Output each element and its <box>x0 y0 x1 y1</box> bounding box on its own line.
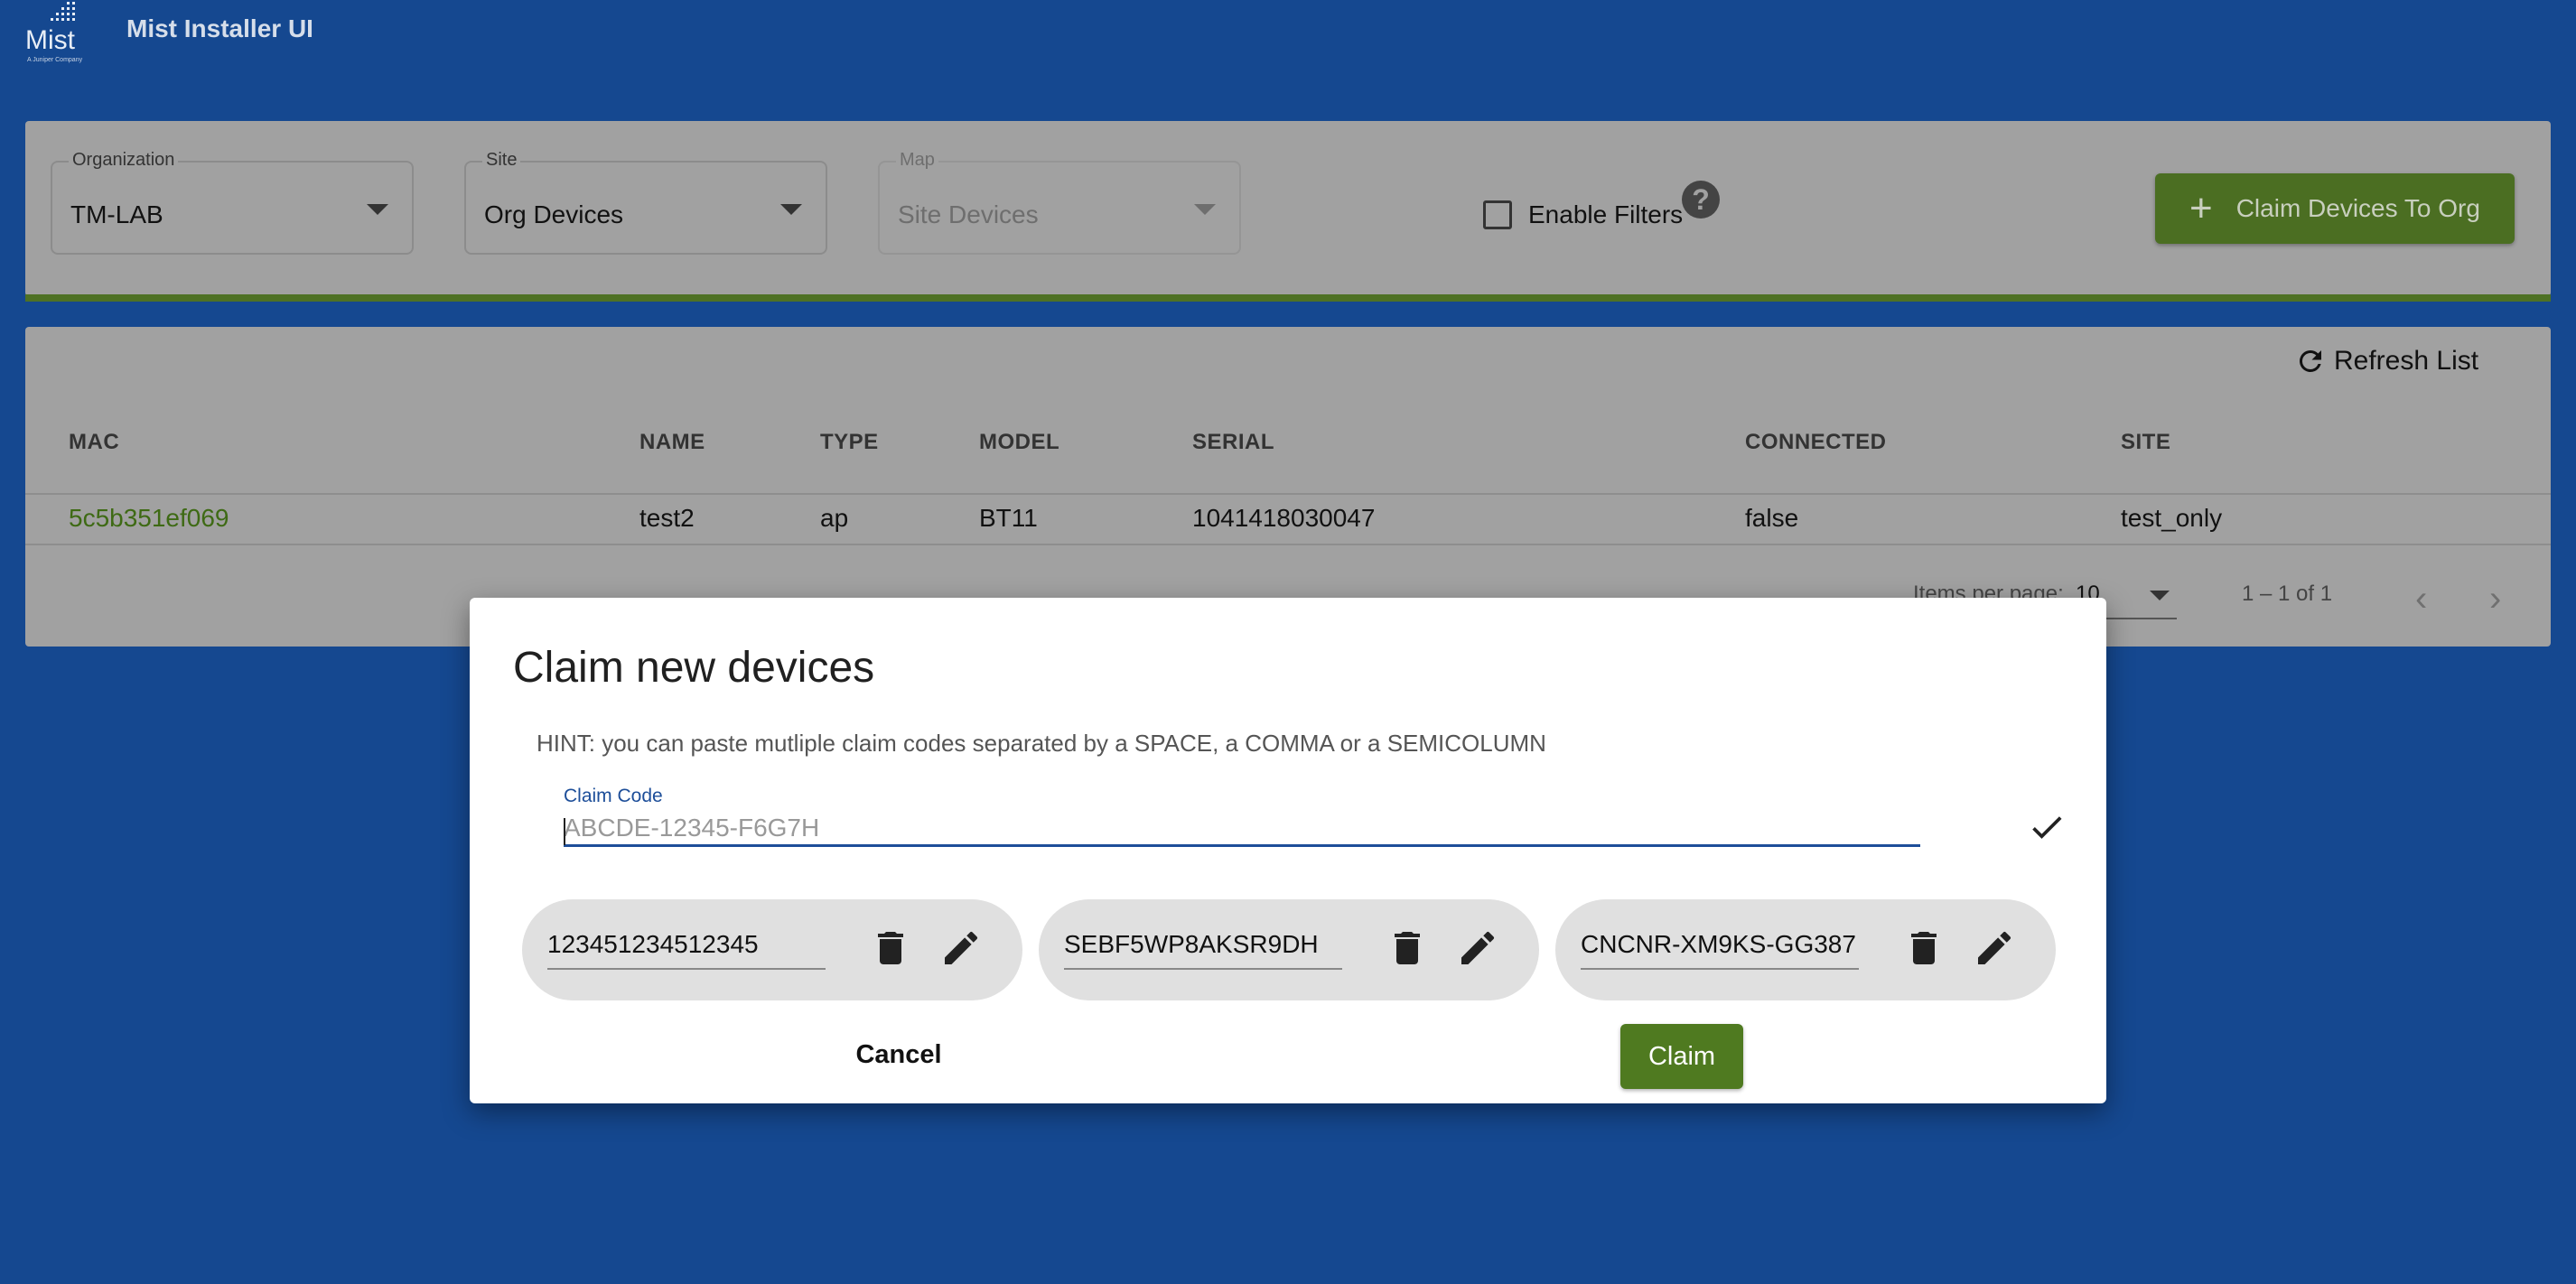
cell-site: test_only <box>2121 504 2223 532</box>
column-header-site[interactable]: SITE <box>2121 430 2170 455</box>
table-divider <box>25 544 2551 545</box>
column-header-mac[interactable]: MAC <box>69 430 119 455</box>
organization-select[interactable]: Organization TM-LAB <box>51 150 414 255</box>
claim-button[interactable]: Claim <box>1620 1024 1743 1089</box>
chevron-down-icon <box>780 204 802 215</box>
claim-devices-to-org-button[interactable]: + Claim Devices To Org <box>2155 173 2515 244</box>
refresh-list-button[interactable]: Refresh List <box>2294 341 2478 381</box>
help-icon[interactable]: ? <box>1682 181 1720 219</box>
organization-select-label: Organization <box>69 150 179 171</box>
dialog-title: Claim new devices <box>513 644 875 692</box>
refresh-icon <box>2299 349 2321 372</box>
cell-mac[interactable]: 5c5b351ef069 <box>69 504 229 533</box>
enable-filters-checkbox[interactable] <box>1483 200 1512 229</box>
enable-filters-label: Enable Filters <box>1528 200 1684 228</box>
cell-type: ap <box>820 504 849 532</box>
claim-devices-dialog: Claim new devices HINT: you can paste mu… <box>470 598 2106 1103</box>
claim-code-label: Claim Code <box>564 786 663 806</box>
claim-code-value[interactable]: SEBF5WP8AKSR9DH <box>1064 930 1342 970</box>
claim-code-value[interactable]: CNCNR-XM9KS-GG387 <box>1581 930 1859 970</box>
column-header-serial[interactable]: SERIAL <box>1192 430 1274 455</box>
edit-icon[interactable] <box>1456 926 1499 970</box>
organization-select-value: TM-LAB <box>70 200 163 228</box>
claim-devices-to-org-label: Claim Devices To Org <box>2235 194 2480 222</box>
delete-icon[interactable] <box>1902 926 1946 970</box>
delete-icon[interactable] <box>1386 926 1429 970</box>
table-divider <box>25 493 2551 495</box>
claim-code-chip: 123451234512345 <box>522 899 1022 1000</box>
app-header: Mist A Juniper Company Mist Installer UI <box>0 0 2576 72</box>
delete-icon[interactable] <box>869 926 912 970</box>
map-select-label: Map <box>896 150 938 171</box>
column-header-model[interactable]: MODEL <box>979 430 1059 455</box>
chevron-down-icon <box>2150 591 2170 600</box>
refresh-list-label: Refresh List <box>2334 346 2479 376</box>
claim-code-value[interactable]: 123451234512345 <box>547 930 826 970</box>
text-cursor <box>564 818 565 845</box>
column-header-name[interactable]: NAME <box>639 430 705 455</box>
cell-name: test2 <box>639 504 695 532</box>
site-select-label: Site <box>482 150 521 171</box>
map-select-value: Site Devices <box>898 200 1039 228</box>
cancel-button[interactable]: Cancel <box>831 1026 966 1084</box>
edit-icon[interactable] <box>1973 926 2016 970</box>
mist-logo: Mist A Juniper Company <box>25 2 83 63</box>
column-header-connected[interactable]: CONNECTED <box>1745 430 1887 455</box>
cell-connected: false <box>1745 504 1799 532</box>
next-page-icon[interactable]: › <box>2489 581 2501 617</box>
check-icon[interactable] <box>2027 807 2067 847</box>
cell-serial: 1041418030047 <box>1192 504 1376 532</box>
edit-icon[interactable] <box>939 926 983 970</box>
enable-filters-toggle[interactable]: Enable Filters <box>1483 188 1683 242</box>
chevron-down-icon <box>367 204 388 215</box>
previous-page-icon[interactable]: ‹ <box>2415 581 2427 617</box>
plus-icon: + <box>2189 186 2213 230</box>
filter-card-accent-bar <box>25 294 2551 302</box>
site-select-value: Org Devices <box>484 200 624 228</box>
svg-text:A Juniper Company: A Juniper Company <box>27 57 83 63</box>
claim-code-input[interactable] <box>564 811 1920 847</box>
column-header-type[interactable]: TYPE <box>820 430 879 455</box>
cell-model: BT11 <box>979 504 1038 532</box>
dialog-hint: HINT: you can paste mutliple claim codes… <box>537 730 1546 757</box>
svg-text:Mist: Mist <box>25 25 76 55</box>
app-title: Mist Installer UI <box>126 14 313 42</box>
site-select[interactable]: Site Org Devices <box>464 150 827 255</box>
claim-code-chip: CNCNR-XM9KS-GG387 <box>1555 899 2056 1000</box>
map-select: Map Site Devices <box>878 150 1241 255</box>
paginator-range: 1 – 1 of 1 <box>2242 582 2333 606</box>
claim-code-chip: SEBF5WP8AKSR9DH <box>1039 899 1539 1000</box>
chevron-down-icon <box>1194 204 1216 215</box>
